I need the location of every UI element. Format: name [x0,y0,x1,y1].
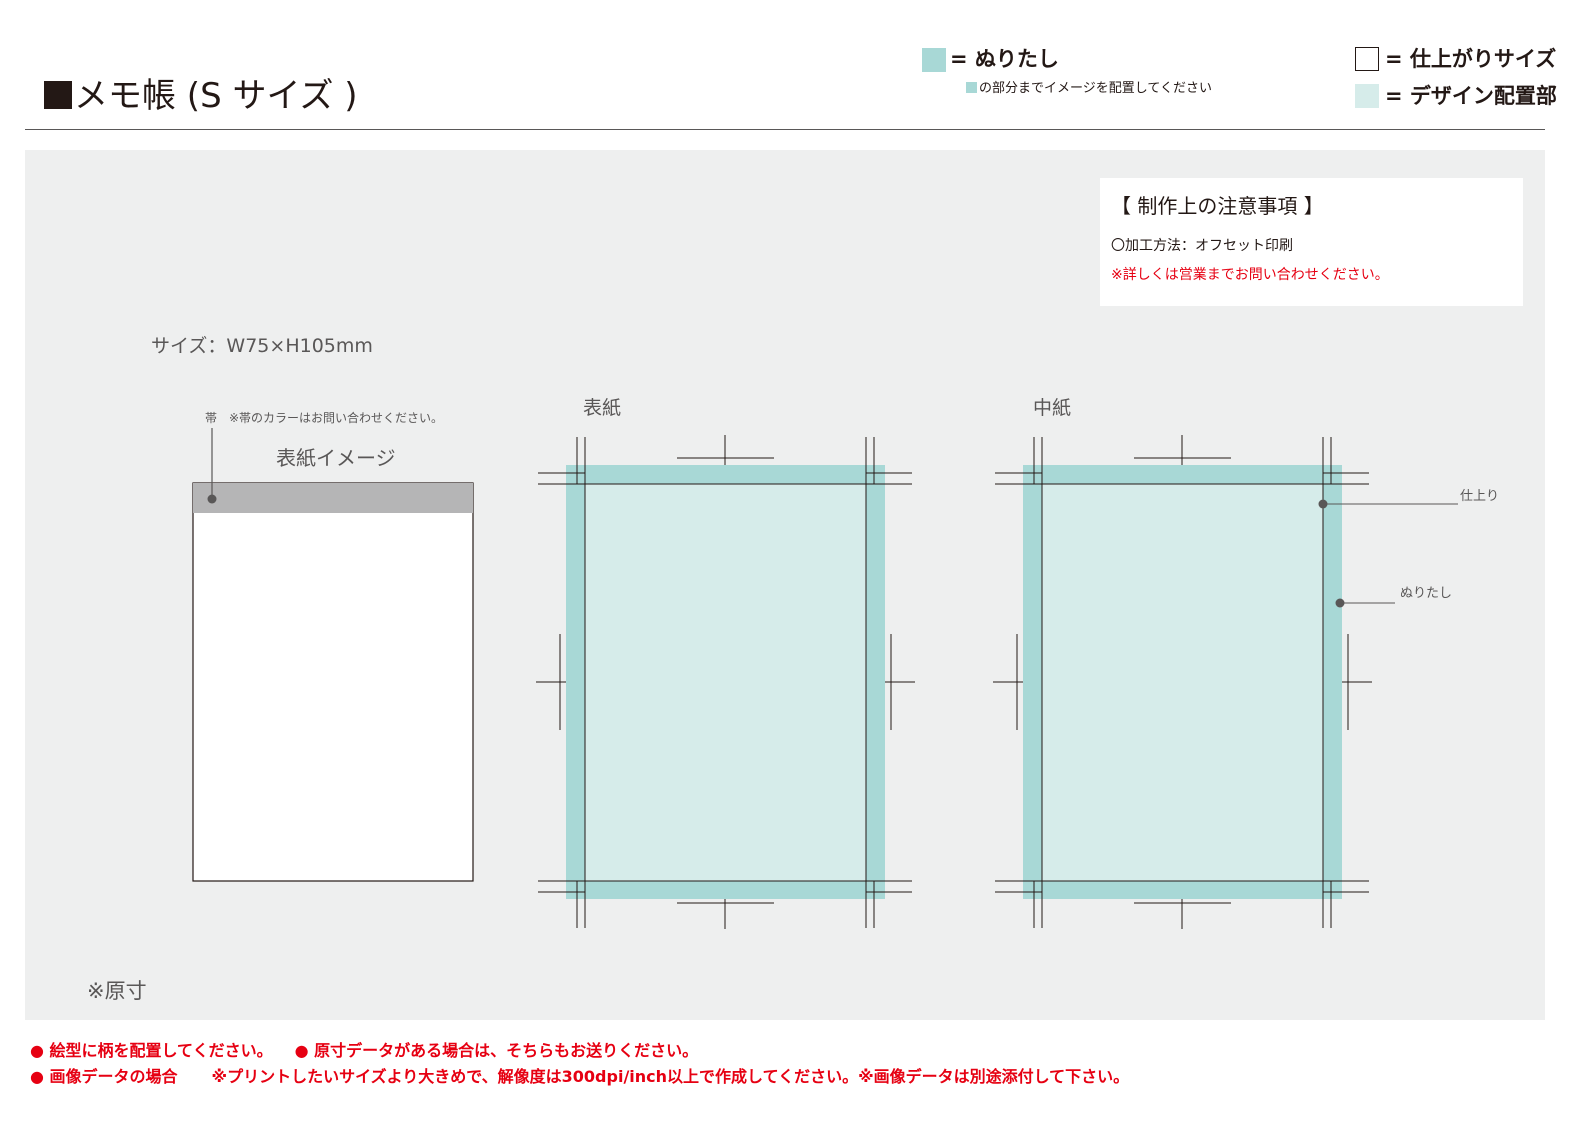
footer-notes-line1: ● 絵型に柄を配置してください。 ● 原寸データがある場合は、そちらもお送りくださ… [30,1040,698,1062]
cover-template [536,435,915,929]
footer-note-image-data: ● 画像データの場合 [30,1067,178,1086]
footer-note-placement: ● 絵型に柄を配置してください。 [30,1041,273,1060]
template-artwork [192,428,1458,929]
actual-size-note: ※原寸 [87,979,147,1003]
cover-trim-area [584,483,867,882]
inner-template [993,435,1458,929]
cover-image-mock [192,428,474,882]
band-leader-dot [207,494,217,504]
bleed-callout-leader [1335,598,1395,608]
footer-notes-line2: ● 画像データの場合 ※プリントしたいサイズより大きめで、解像度は300dpi/i… [30,1066,1129,1088]
footer-note-resolution: ※プリントしたいサイズより大きめで、解像度は300dpi/inch以上で作成して… [211,1067,1130,1086]
footer-note-original-data: ● 原寸データがある場合は、そちらもお送りください。 [294,1041,699,1060]
inner-trim-area [1041,483,1324,882]
cover-band [193,483,473,513]
cover-image-body [192,482,474,882]
